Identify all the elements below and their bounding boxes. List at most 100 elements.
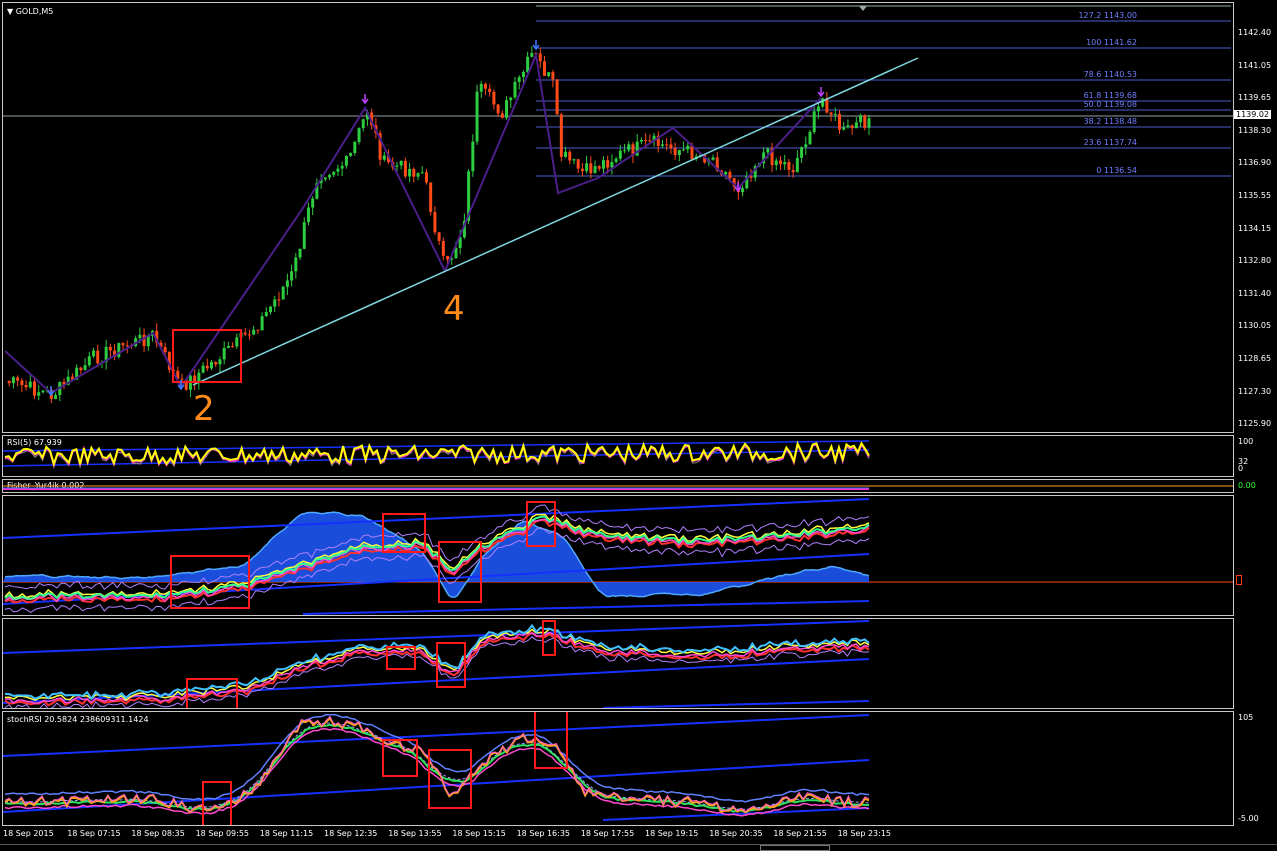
candle-body xyxy=(778,160,782,165)
candle-body xyxy=(328,174,332,178)
candle-body xyxy=(816,106,820,112)
stochrsi-tick-105: 105 xyxy=(1238,713,1254,722)
candle-body xyxy=(475,91,479,142)
candle-body xyxy=(277,299,281,301)
candle-body xyxy=(572,159,576,161)
candle-body xyxy=(500,113,504,118)
candle-body xyxy=(231,346,235,348)
highlight-box xyxy=(534,712,568,769)
highlight-box xyxy=(172,329,242,383)
candle-body xyxy=(867,118,871,128)
candle-body xyxy=(538,53,542,62)
candle-body xyxy=(568,151,572,161)
candle-body xyxy=(639,139,643,142)
fractal-arrow-icon xyxy=(817,87,825,98)
candle-body xyxy=(623,150,627,152)
candle-body xyxy=(108,346,112,351)
candle-body xyxy=(513,81,517,98)
price-tick: 1135.55 xyxy=(1238,191,1272,200)
candle-body xyxy=(437,232,441,241)
candle-body xyxy=(323,177,327,180)
price-tick: 1130.05 xyxy=(1238,321,1272,331)
candle-body xyxy=(28,381,32,388)
candle-body xyxy=(399,160,403,166)
candle-body xyxy=(24,385,28,388)
candle-body xyxy=(859,115,863,123)
candle-body xyxy=(412,168,416,177)
candle-body xyxy=(724,171,728,175)
indicator-pane-b[interactable] xyxy=(2,618,1234,709)
fisher-axis: 0.00 xyxy=(1234,479,1277,493)
candle-body xyxy=(125,345,129,347)
fisher-tick: 0.00 xyxy=(1238,481,1256,490)
candle-body xyxy=(235,337,239,347)
wave-label-2: 2 xyxy=(193,389,215,429)
candle-body xyxy=(210,361,214,369)
candle-body xyxy=(243,332,247,335)
candle-body xyxy=(766,148,770,153)
candle-body xyxy=(416,173,420,177)
candle-body xyxy=(256,329,260,331)
candle-body xyxy=(492,92,496,105)
fib-level-label: 23.6 1137.74 xyxy=(1083,138,1137,147)
upper-channel xyxy=(3,498,870,539)
candle-body xyxy=(424,172,428,183)
candle-body xyxy=(349,153,353,156)
candle-body xyxy=(517,77,521,82)
candle-body xyxy=(648,140,652,142)
candle-body xyxy=(589,163,593,174)
fib-level-label: 0 1136.54 xyxy=(1096,166,1137,175)
candle-body xyxy=(357,128,361,142)
price-chart-pane[interactable]: ▼ GOLD,M5 2 4 127.2 1143.00 100 1141.62 78… xyxy=(2,2,1234,433)
candle-body xyxy=(551,72,555,80)
time-tick: 18 Sep 07:15 xyxy=(67,829,121,838)
candle-body xyxy=(593,166,597,174)
candle-body xyxy=(728,171,732,179)
fib-level-label: 50.0 1139.08 xyxy=(1083,100,1137,109)
candle-body xyxy=(433,211,437,233)
candle-body xyxy=(96,350,100,364)
price-tick: 1125.90 xyxy=(1238,419,1272,429)
time-tick: 18 Sep 20:35 xyxy=(709,829,763,838)
time-tick: 18 Sep 09:55 xyxy=(195,829,249,838)
price-axis: 1142.40 1141.05 1139.65 1138.30 1136.90 1135.… xyxy=(1234,2,1277,433)
fisher-pane[interactable]: Fisher_Yur4ik 0.002 xyxy=(2,479,1234,493)
candle-body xyxy=(741,188,745,193)
candle-body xyxy=(791,169,795,173)
price-tick: 1136.90 xyxy=(1238,158,1272,168)
candle-body xyxy=(37,392,41,396)
candle-body xyxy=(509,97,513,101)
fib-level-label: 38.2 1138.48 xyxy=(1083,117,1137,126)
scroll-thumb[interactable] xyxy=(760,845,830,851)
candle-body xyxy=(804,144,808,148)
candle-body xyxy=(332,171,336,175)
time-tick: 18 Sep 12:35 xyxy=(324,829,378,838)
candle-body xyxy=(526,56,530,73)
time-tick: 18 Sep 17:55 xyxy=(580,829,635,838)
candle-body xyxy=(340,165,344,169)
rsi-pane[interactable]: RSI(5) 67.939 xyxy=(2,435,1234,477)
candle-body xyxy=(833,113,837,115)
indicator-pane-a[interactable] xyxy=(2,495,1234,616)
indicator-a-axis xyxy=(1234,495,1277,616)
fib-level-label: 61.8 1139.68 xyxy=(1083,91,1137,100)
candle-body xyxy=(269,306,273,313)
candle-body xyxy=(846,125,850,128)
candle-body xyxy=(812,111,816,132)
stochrsi-pane[interactable]: stochRSI 20.5824 238609311.1424 xyxy=(2,711,1234,826)
candle-body xyxy=(660,144,664,146)
time-tick: 18 Sep 11:15 xyxy=(259,829,314,838)
candle-body xyxy=(302,222,306,249)
candle-body xyxy=(614,158,618,163)
bottom-scrollbar[interactable] xyxy=(0,844,1277,851)
candle-body xyxy=(226,346,230,348)
stoch-band xyxy=(4,713,870,803)
candle-body xyxy=(829,112,833,115)
candle-body xyxy=(711,157,715,160)
candle-body xyxy=(16,377,20,381)
candle-body xyxy=(521,72,525,78)
candle-body xyxy=(163,347,167,353)
candle-body xyxy=(559,114,563,157)
indicator-a-canvas xyxy=(3,498,1233,615)
price-tick: 1139.65 xyxy=(1238,93,1272,103)
